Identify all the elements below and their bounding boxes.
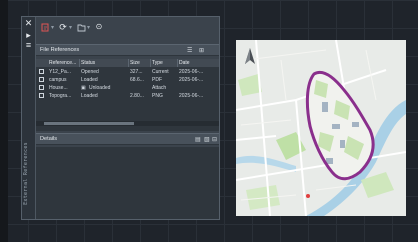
row-date: 2025-06-... — [179, 77, 204, 83]
row-size: 68.6... — [130, 77, 144, 83]
change-path-dropdown-icon[interactable]: ▾ — [87, 24, 90, 31]
table-header-row: Reference... Status Size Type Date — [36, 59, 219, 67]
palette-title: External References — [23, 142, 29, 205]
row-size: 2.80... — [130, 93, 144, 99]
collapse-icon[interactable]: ⊟ — [212, 135, 217, 145]
table-row[interactable]: Y12_Pa... Opened 327... Current 2025-06-… — [36, 68, 219, 76]
row-status: Opened — [81, 69, 99, 75]
table-row[interactable]: Topogra... Loaded 2.80... PNG 2025-06-..… — [36, 92, 219, 100]
attach-dropdown-icon[interactable]: ▾ — [51, 24, 54, 31]
unloaded-icon: ▣ — [81, 85, 86, 91]
col-status[interactable]: Status — [81, 59, 127, 67]
row-status: Unloaded — [89, 85, 111, 91]
palette-titlebar[interactable]: ✕ ▸ ≡ External References — [22, 17, 36, 219]
row-status: Loaded — [81, 77, 98, 83]
properties-icon[interactable]: ≡ — [24, 41, 33, 50]
horizontal-scrollbar[interactable] — [36, 121, 219, 126]
change-path-icon[interactable] — [76, 22, 86, 32]
location-marker — [306, 194, 310, 198]
topography-image-xref[interactable] — [236, 40, 406, 216]
tree-view-icon[interactable]: ⊞ — [199, 46, 204, 56]
refresh-dropdown-icon[interactable]: ▾ — [69, 24, 72, 31]
file-references-title: File References — [40, 47, 80, 53]
row-type: Current — [152, 69, 169, 75]
pdf-file-icon — [39, 77, 44, 82]
row-name: Topogra... — [49, 93, 72, 99]
dwg-file-icon — [39, 69, 44, 74]
palette-toolbar: ▾ ⟳ ▾ ▾ ⊙ — [36, 17, 219, 37]
row-name: Y12_Pa... — [49, 69, 71, 75]
row-status: Loaded — [81, 93, 98, 99]
preview-icon[interactable]: ▧ — [204, 135, 210, 145]
col-type[interactable]: Type — [152, 59, 176, 67]
table-row[interactable]: House... ▣ Unloaded Attach — [36, 84, 219, 92]
table-row[interactable]: campus Loaded 68.6... PDF 2025-06-... — [36, 76, 219, 84]
row-type: PDF — [152, 77, 162, 83]
left-edge-strip — [0, 0, 8, 242]
map-image — [236, 40, 406, 216]
details-header[interactable]: Details ▤ ▧ ⊟ — [36, 133, 219, 145]
row-date: 2025-06-... — [179, 69, 204, 75]
row-type: PNG — [152, 93, 163, 99]
row-name: campus — [49, 77, 67, 83]
list-view-icon[interactable]: ☰ — [187, 46, 192, 56]
details-icon[interactable]: ▤ — [195, 135, 201, 145]
file-references-table: Reference... Status Size Type Date Y12_P… — [36, 59, 219, 131]
row-date: 2025-06-... — [179, 93, 204, 99]
col-size[interactable]: Size — [130, 59, 149, 67]
external-references-palette: ✕ ▸ ≡ External References ▾ ⟳ ▾ ▾ ⊙ File… — [21, 16, 220, 220]
image-file-icon — [39, 93, 44, 98]
row-type: Attach — [152, 85, 167, 91]
row-size: 327... — [130, 69, 143, 75]
pin-icon[interactable]: ▸ — [24, 31, 33, 40]
row-name: House... — [49, 85, 68, 91]
col-date[interactable]: Date — [179, 59, 219, 67]
details-panel — [36, 147, 219, 219]
attach-dwg-icon[interactable] — [40, 22, 50, 32]
file-references-header[interactable]: File References ☰ ⊞ — [36, 44, 219, 56]
dwg-file-icon — [39, 85, 44, 90]
details-title: Details — [40, 136, 58, 142]
refresh-icon[interactable]: ⟳ — [58, 22, 68, 32]
scrollbar-thumb[interactable] — [44, 122, 134, 125]
col-reference-name[interactable]: Reference... — [49, 59, 78, 67]
help-icon[interactable]: ⊙ — [94, 22, 104, 32]
close-icon[interactable]: ✕ — [24, 19, 33, 28]
